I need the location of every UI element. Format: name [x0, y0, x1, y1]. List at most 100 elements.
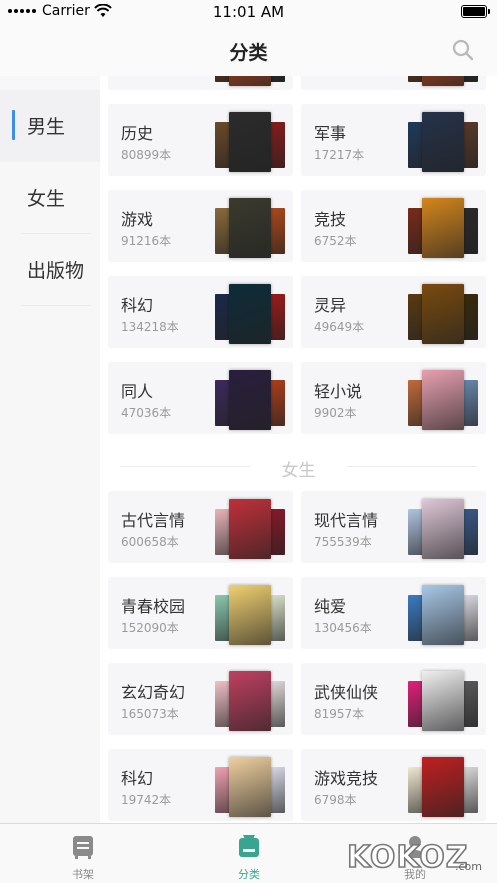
- status-bar: Carrier 11:01 AM: [0, 0, 497, 24]
- book-cover: [229, 198, 271, 258]
- book-count: 755539本: [314, 535, 372, 549]
- book-covers: [408, 757, 478, 819]
- category-card[interactable]: 青春校园 152090本: [108, 577, 293, 649]
- category-card[interactable]: 军事 17217本: [301, 104, 486, 176]
- category-name: 轻小说: [314, 382, 363, 401]
- book-count: 9902本: [314, 406, 357, 420]
- book-covers: [215, 76, 285, 88]
- category-name: 科幻: [121, 769, 154, 788]
- category-card[interactable]: 现代言情 755539本: [301, 491, 486, 563]
- category-name: 同人: [121, 382, 154, 401]
- category-card[interactable]: [108, 76, 293, 90]
- book-cover: [422, 76, 464, 86]
- book-covers: [215, 757, 285, 819]
- category-name: 竞技: [314, 210, 347, 229]
- book-cover: [229, 76, 271, 86]
- category-card[interactable]: 竞技 6752本: [301, 190, 486, 262]
- book-cover: [422, 112, 464, 172]
- page-title: 分类: [229, 42, 268, 64]
- category-card[interactable]: 玄幻奇幻 165073本: [108, 663, 293, 735]
- section-header-female: 女生: [120, 456, 477, 481]
- divider: [22, 305, 90, 306]
- book-cover: [229, 757, 271, 817]
- tab-label: 分类: [238, 868, 260, 881]
- book-count: 80899本: [121, 148, 172, 162]
- book-count: 600658本: [121, 535, 179, 549]
- category-name: 纯爱: [314, 597, 347, 616]
- nav-bar: 分类: [0, 24, 497, 76]
- book-count: 19742本: [121, 793, 172, 807]
- book-covers: [215, 671, 285, 733]
- book-covers: [215, 284, 285, 346]
- book-count: 152090本: [121, 621, 179, 635]
- category-name: 历史: [121, 124, 154, 143]
- book-covers: [215, 370, 285, 432]
- book-covers: [408, 198, 478, 260]
- category-card[interactable]: 历史 80899本: [108, 104, 293, 176]
- search-icon[interactable]: [451, 38, 475, 62]
- book-covers: [215, 198, 285, 260]
- book-count: 49649本: [314, 320, 365, 334]
- category-grid: 女生 历史 80899本 军事 17217本游戏 91216本 竞技 6752本科幻 1342…: [100, 76, 497, 823]
- gender-sidebar: 男生 女生 出版物: [0, 76, 100, 823]
- book-covers: [215, 112, 285, 174]
- sidebar-item-male[interactable]: 男生: [0, 90, 100, 162]
- book-count: 47036本: [121, 406, 172, 420]
- sidebar-item-label: 女生: [27, 188, 66, 210]
- active-indicator: [12, 110, 15, 140]
- book-count: 6752本: [314, 234, 357, 248]
- bookshelf-icon: [73, 836, 93, 859]
- category-name: 现代言情: [314, 511, 379, 530]
- watermark-logo: KOKOZ .com: [346, 839, 482, 876]
- book-cover: [422, 585, 464, 645]
- category-name: 武侠仙侠: [314, 683, 379, 702]
- book-cover: [422, 198, 464, 258]
- category-name: 灵异: [314, 296, 347, 315]
- book-cover: [422, 370, 464, 430]
- book-count: 17217本: [314, 148, 365, 162]
- category-card[interactable]: 纯爱 130456本: [301, 577, 486, 649]
- book-covers: [408, 76, 478, 88]
- book-covers: [408, 585, 478, 647]
- book-cover: [229, 370, 271, 430]
- category-card[interactable]: 游戏竞技 6798本: [301, 749, 486, 821]
- clock: 11:01 AM: [212, 3, 285, 21]
- sidebar-item-label: 男生: [27, 116, 66, 138]
- book-covers: [408, 370, 478, 432]
- sidebar-item-publication[interactable]: 出版物: [0, 234, 100, 306]
- category-card[interactable]: 武侠仙侠 81957本: [301, 663, 486, 735]
- book-covers: [215, 585, 285, 647]
- category-name: 古代言情: [121, 511, 186, 530]
- category-card[interactable]: 科幻 19742本: [108, 749, 293, 821]
- sidebar-item-label: 出版物: [27, 260, 85, 282]
- tab-bookshelf[interactable]: 书架: [0, 824, 166, 884]
- category-icon: [239, 835, 259, 857]
- category-card[interactable]: 科幻 134218本: [108, 276, 293, 348]
- category-card[interactable]: 灵异 49649本: [301, 276, 486, 348]
- book-cover: [422, 499, 464, 559]
- category-card[interactable]: 游戏 91216本: [108, 190, 293, 262]
- category-card[interactable]: 同人 47036本: [108, 362, 293, 434]
- category-name: 玄幻奇幻: [121, 683, 186, 702]
- tab-category[interactable]: 分类: [166, 824, 332, 884]
- book-cover: [229, 585, 271, 645]
- book-covers: [408, 499, 478, 561]
- book-count: 91216本: [121, 234, 172, 248]
- book-cover: [422, 284, 464, 344]
- book-cover: [229, 284, 271, 344]
- svg-text:.com: .com: [455, 860, 482, 873]
- category-name: 军事: [314, 124, 347, 143]
- category-card[interactable]: 轻小说 9902本: [301, 362, 486, 434]
- book-covers: [408, 284, 478, 346]
- book-count: 81957本: [314, 707, 365, 721]
- category-card[interactable]: 古代言情 600658本: [108, 491, 293, 563]
- book-cover: [229, 112, 271, 172]
- sidebar-item-female[interactable]: 女生: [0, 162, 100, 234]
- category-card[interactable]: [301, 76, 486, 90]
- svg-text:KOKOZ: KOKOZ: [347, 840, 469, 875]
- book-covers: [408, 112, 478, 174]
- category-name: 科幻: [121, 296, 154, 315]
- book-cover: [422, 757, 464, 817]
- section-title: 女生: [281, 461, 316, 481]
- book-count: 130456本: [314, 621, 372, 635]
